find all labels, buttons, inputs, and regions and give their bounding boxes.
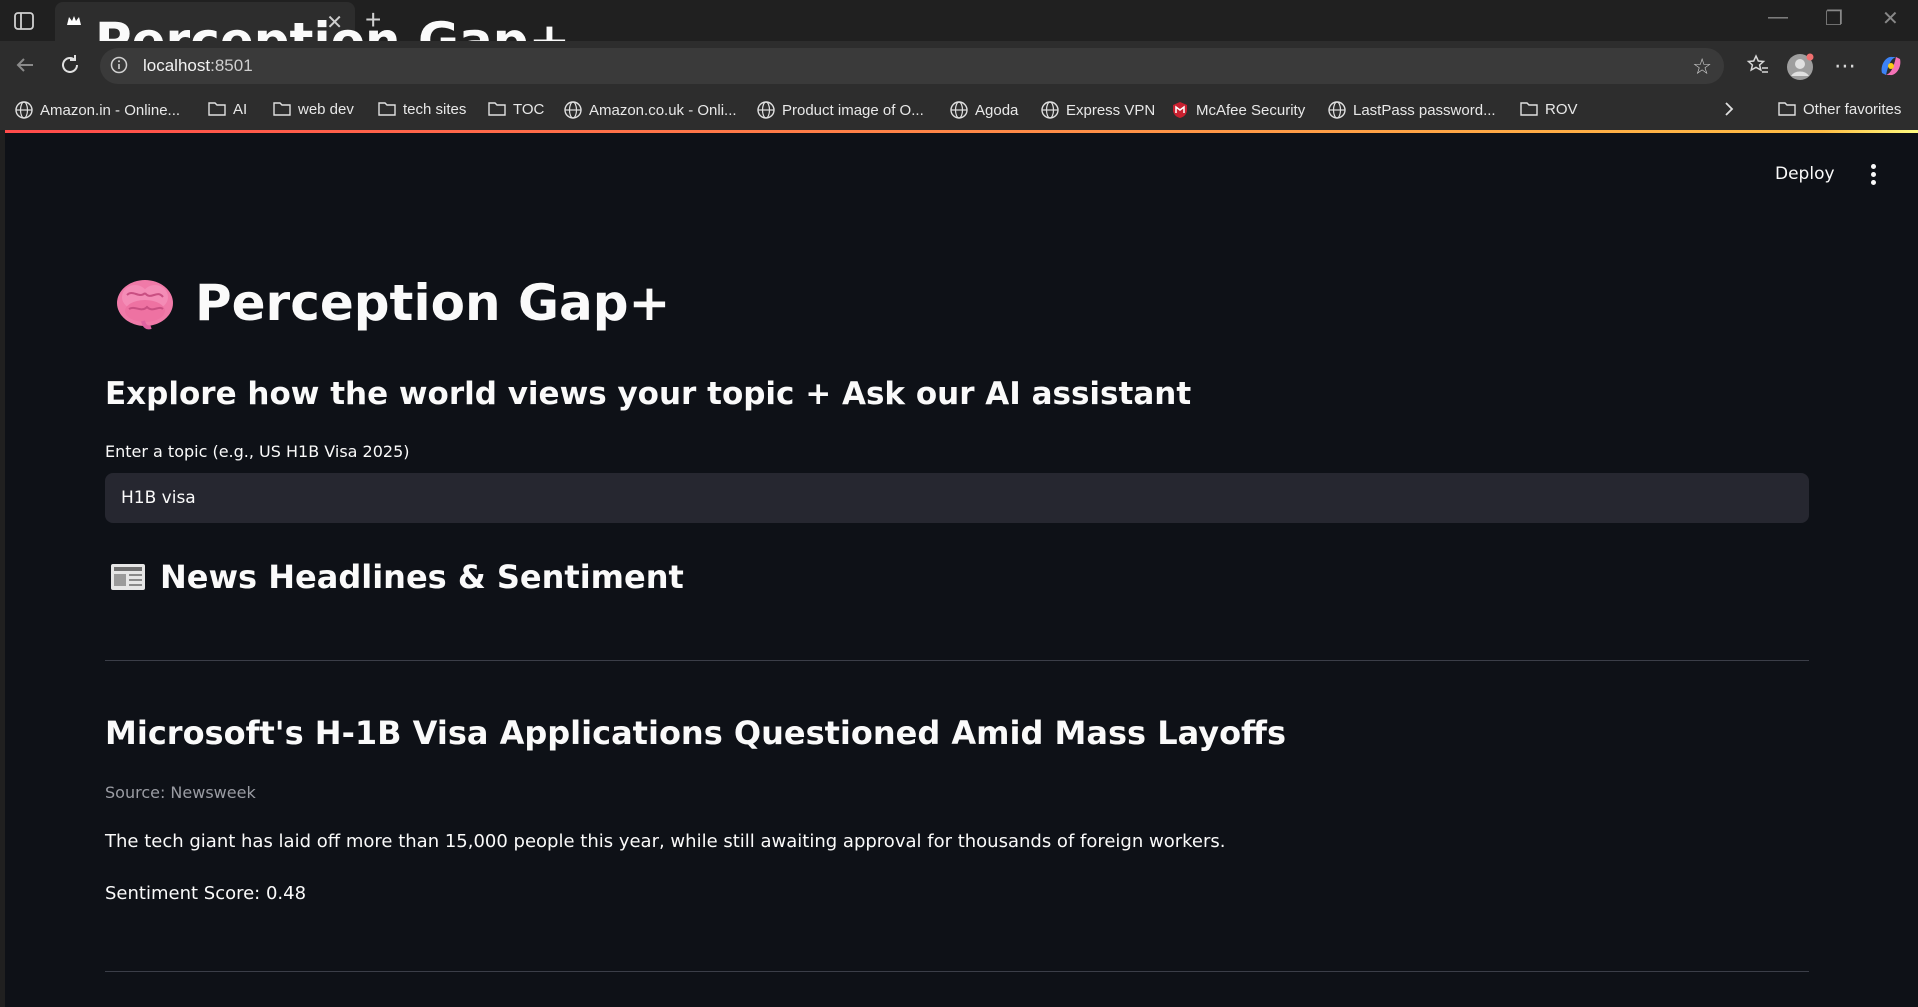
bookmark-item[interactable]: LastPass password... bbox=[1327, 100, 1496, 120]
browser-tab-active[interactable]: Perception Gap+ ✕ bbox=[55, 2, 570, 70]
globe-icon bbox=[564, 101, 582, 119]
other-favorites-folder[interactable]: Other favorites bbox=[1777, 100, 1901, 118]
folder-icon bbox=[378, 102, 396, 116]
bookmark-label: Amazon.co.uk - Onli... bbox=[589, 101, 737, 119]
bookmark-label: McAfee Security bbox=[1196, 101, 1306, 119]
bookmark-label: Product image of O... bbox=[782, 101, 924, 119]
newspaper-icon bbox=[111, 564, 145, 590]
mcafee-shield-icon bbox=[1173, 102, 1187, 118]
bookmark-folder[interactable]: ROV bbox=[1519, 100, 1578, 118]
folder-icon bbox=[208, 102, 226, 116]
bookmark-label: Express VPN bbox=[1066, 101, 1156, 119]
article-headline: Microsoft's H-1B Visa Applications Quest… bbox=[105, 714, 1287, 752]
page-title: Perception Gap+ bbox=[115, 274, 670, 332]
bookmarks-overflow-chevron-icon[interactable] bbox=[1722, 100, 1742, 118]
topic-input[interactable] bbox=[105, 473, 1809, 523]
main-menu-kebab-icon[interactable] bbox=[1863, 162, 1883, 186]
article-description: The tech giant has laid off more than 15… bbox=[105, 831, 1226, 852]
bookmark-label: Other favorites bbox=[1803, 100, 1902, 118]
divider bbox=[105, 660, 1809, 661]
folder-icon bbox=[273, 102, 291, 116]
more-options-icon[interactable]: ⋯ bbox=[1832, 53, 1858, 79]
bookmark-label: LastPass password... bbox=[1353, 101, 1496, 119]
browser-toolbar: localhost:8501 ☆ ⋯ bbox=[0, 41, 1918, 91]
bookmark-label: TOC bbox=[513, 100, 545, 118]
address-bar[interactable]: localhost:8501 ☆ bbox=[100, 48, 1724, 84]
bookmark-item[interactable]: Product image of O... bbox=[756, 100, 924, 120]
address-url: localhost:8501 bbox=[143, 56, 253, 75]
topic-input-label: Enter a topic (e.g., US H1B Visa 2025) bbox=[105, 442, 410, 461]
bookmark-folder[interactable]: tech sites bbox=[377, 100, 466, 118]
bookmark-label: ROV bbox=[1545, 100, 1578, 118]
globe-icon bbox=[1328, 101, 1346, 119]
folder-icon bbox=[1778, 102, 1796, 116]
new-tab-button[interactable]: + bbox=[365, 4, 381, 36]
window-close-icon[interactable]: ✕ bbox=[1882, 6, 1899, 31]
bookmark-label: Agoda bbox=[975, 101, 1019, 119]
folder-icon bbox=[488, 102, 506, 116]
globe-icon bbox=[1041, 101, 1059, 119]
bookmark-label: Amazon.in - Online... bbox=[40, 101, 181, 119]
bookmark-label: tech sites bbox=[403, 100, 467, 118]
divider bbox=[105, 971, 1809, 972]
page-title-text: Perception Gap+ bbox=[195, 274, 671, 332]
globe-icon bbox=[950, 101, 968, 119]
bookmark-folder[interactable]: web dev bbox=[272, 100, 354, 118]
page-subtitle: Explore how the world views your topic +… bbox=[105, 376, 1192, 412]
reload-icon[interactable] bbox=[57, 53, 83, 79]
tab-actions-icon[interactable] bbox=[12, 9, 36, 33]
article-source: Source: Newsweek bbox=[105, 783, 256, 802]
bookmark-label: web dev bbox=[298, 100, 354, 118]
streamlit-favicon-icon bbox=[65, 12, 83, 30]
globe-icon bbox=[757, 101, 775, 119]
minimize-icon[interactable]: — bbox=[1768, 6, 1788, 29]
back-arrow-icon[interactable] bbox=[12, 53, 38, 79]
site-info-icon[interactable] bbox=[110, 56, 128, 74]
decoration-gradient-bar bbox=[5, 130, 1918, 133]
bookmark-label: AI bbox=[233, 100, 248, 118]
globe-icon bbox=[15, 101, 33, 119]
folder-icon bbox=[1520, 102, 1538, 116]
bookmark-item[interactable]: Amazon.co.uk - Onli... bbox=[563, 100, 737, 120]
bookmark-folder[interactable]: AI bbox=[207, 100, 247, 118]
bookmark-item[interactable]: Agoda bbox=[949, 100, 1018, 120]
bookmarks-bar: Amazon.in - Online... AI web dev tech si… bbox=[0, 91, 1918, 130]
bookmark-folder[interactable]: TOC bbox=[487, 100, 544, 118]
news-section-heading: News Headlines & Sentiment bbox=[110, 558, 684, 596]
article-sentiment-score: Sentiment Score: 0.48 bbox=[105, 883, 307, 904]
brain-icon bbox=[117, 280, 173, 330]
profile-avatar-icon[interactable] bbox=[1786, 53, 1814, 80]
favorites-list-icon[interactable] bbox=[1745, 53, 1771, 79]
deploy-button[interactable]: Deploy bbox=[1775, 164, 1835, 184]
restore-icon[interactable]: ❐ bbox=[1825, 6, 1843, 31]
tab-close-icon[interactable]: ✕ bbox=[326, 10, 343, 35]
bookmark-item[interactable]: Amazon.in - Online... bbox=[14, 100, 180, 120]
favorite-star-icon[interactable]: ☆ bbox=[1692, 54, 1712, 80]
bookmark-item[interactable]: Express VPN bbox=[1040, 100, 1155, 120]
app-viewport: Deploy Perception Gap+ Explore how the w… bbox=[5, 130, 1918, 1007]
news-section-heading-text: News Headlines & Sentiment bbox=[160, 558, 684, 596]
copilot-icon[interactable] bbox=[1878, 53, 1904, 79]
browser-tab-bar: Perception Gap+ ✕ + — ❐ ✕ bbox=[0, 0, 1918, 70]
bookmark-item[interactable]: McAfee Security bbox=[1170, 100, 1305, 120]
